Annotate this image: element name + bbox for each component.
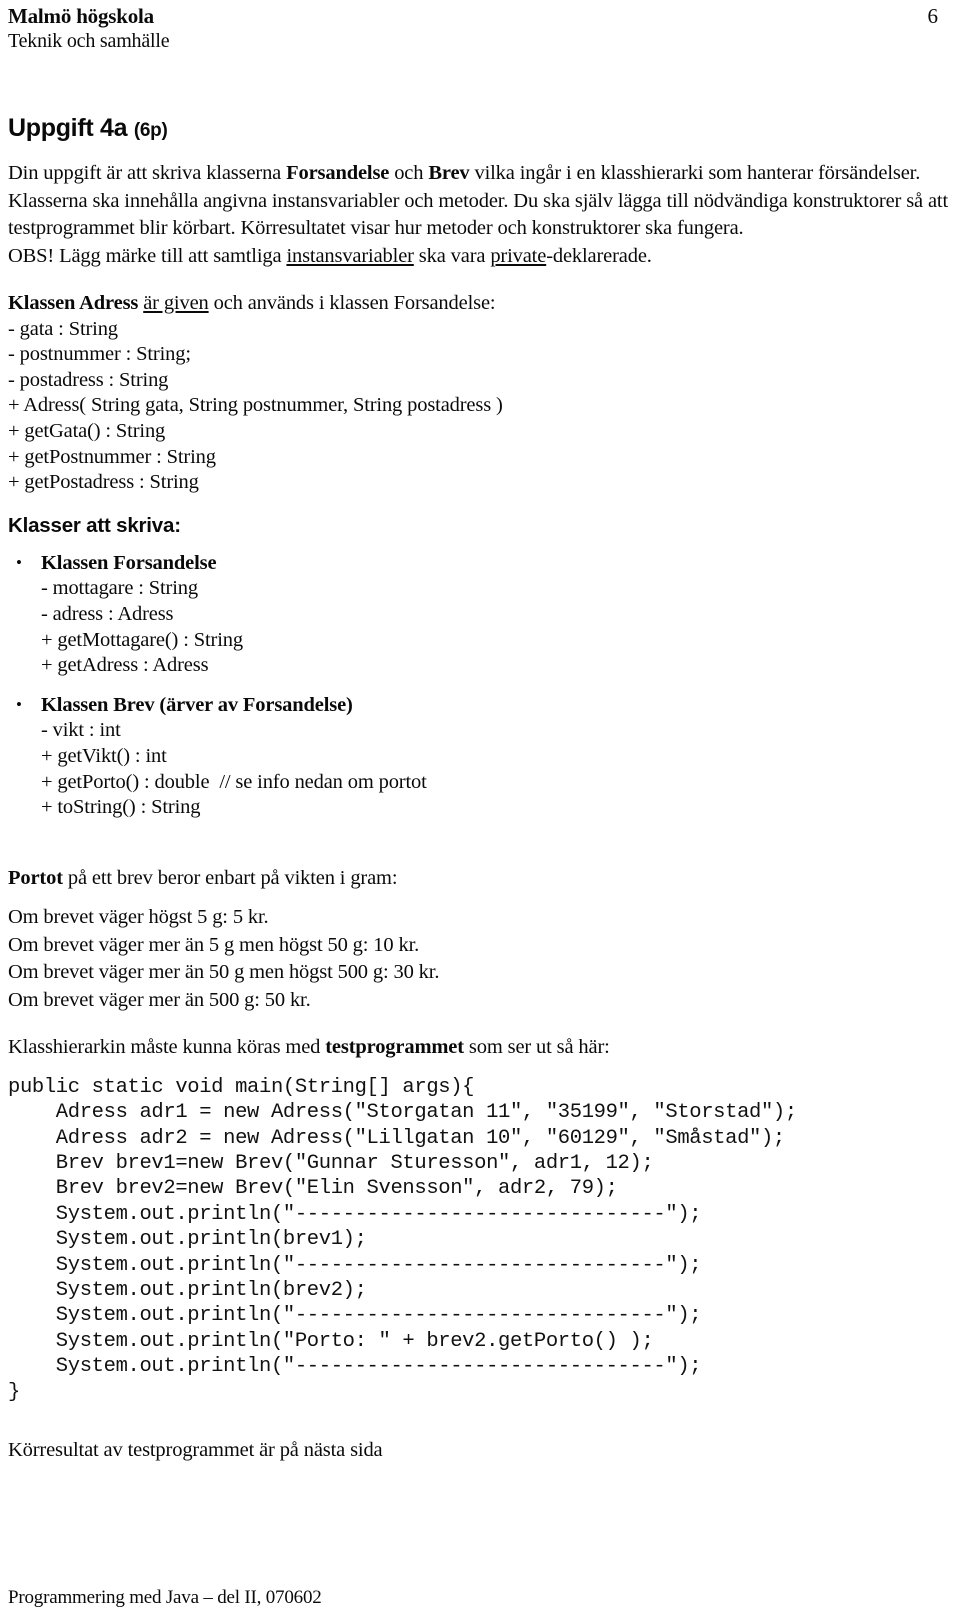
adress-member: - gata : String [8, 317, 118, 340]
porto-rule: Om brevet väger mer än 500 g: 50 kr. [8, 988, 311, 1011]
bullet-icon: • [16, 694, 22, 714]
obs-text-3: -deklarerade. [546, 244, 652, 267]
obs-text-2: ska vara [413, 244, 491, 267]
task-title-text: Uppgift 4a [8, 114, 128, 142]
classes-to-write-heading: Klasser att skriva: [8, 513, 181, 537]
class-member: - vikt : int [41, 719, 121, 742]
adress-member: - postnummer : String; [8, 343, 191, 366]
porto-rule: Om brevet väger mer än 5 g men högst 50 … [8, 933, 420, 956]
page-footer: Programmering med Java – del II, 070602 [8, 1587, 322, 1608]
class-member: + getVikt() : int [41, 744, 167, 767]
class-member: + toString() : String [41, 796, 201, 819]
obs-note: OBS! Lägg märke till att samtliga instan… [8, 243, 952, 271]
adress-member: + getGata() : String [8, 419, 166, 442]
porto-lead-bold: Portot [8, 866, 63, 889]
class-member: - mottagare : String [41, 577, 198, 600]
running-head: Malmö högskola Teknik och samhälle [8, 4, 952, 54]
test-program-intro: Klasshierarkin måste kunna köras med tes… [8, 1034, 952, 1062]
classes-to-write-list: • Klassen Forsandelse - mottagare : Stri… [8, 551, 952, 821]
page-number: 6 [927, 4, 939, 28]
adress-class-block: Klassen Adress är given och används i kl… [8, 291, 952, 496]
class-name: Klassen Brev (ärver av Forsandelse) [41, 693, 353, 716]
adress-heading-bold: Klassen Adress [8, 292, 144, 314]
page-title: Uppgift 4a (6p) [8, 113, 952, 146]
exam-page: Malmö högskola Teknik och samhälle 6 Upp… [0, 0, 960, 1624]
adress-heading-rest: och används i klassen Forsandelse: [208, 292, 496, 314]
obs-text-1: OBS! Lägg märke till att samtliga [8, 244, 287, 267]
department-name: Teknik och samhälle [8, 30, 170, 52]
page-content: Uppgift 4a (6p) Din uppgift är att skriv… [8, 113, 952, 1464]
adress-member: + getPostnummer : String [8, 445, 216, 468]
intro-text-1: Din uppgift är att skriva klasserna [8, 162, 287, 184]
porto-rule: Om brevet väger mer än 50 g men högst 50… [8, 961, 440, 984]
porto-rule: Om brevet väger högst 5 g: 5 kr. [8, 906, 269, 929]
adress-class-heading: Klassen Adress är given och används i kl… [8, 291, 952, 317]
adress-heading-underline: är given [143, 292, 209, 314]
list-item: • Klassen Brev (ärver av Forsandelse) - … [8, 693, 952, 821]
class-name: Klassen Forsandelse [41, 551, 217, 574]
adress-member: - postadress : String [8, 368, 169, 391]
organization-name: Malmö högskola [8, 4, 154, 28]
intro-text-2: och [389, 162, 429, 184]
class-member: + getMottagare() : String [41, 628, 243, 651]
class-name-brev: Brev [428, 162, 470, 184]
list-item: • Klassen Forsandelse - mottagare : Stri… [8, 551, 952, 679]
test-program-code: public static void main(String[] args){ … [8, 1075, 797, 1404]
class-name-forsandelse: Forsandelse [286, 162, 390, 184]
bullet-icon: • [16, 552, 22, 572]
adress-member: + Adress( String gata, String postnummer… [8, 394, 503, 417]
task-points: (6p) [133, 120, 168, 141]
class-member: + getPorto() : double // se info nedan o… [41, 770, 427, 793]
test-intro-bold: testprogrammet [325, 1036, 464, 1059]
class-member: + getAdress : Adress [41, 654, 209, 677]
porto-lead-rest: på ett brev beror enbart på vikten i gra… [62, 866, 398, 889]
porto-section: Portot på ett brev beror enbart på vikte… [8, 865, 952, 1015]
obs-underline-private: private [490, 244, 547, 267]
porto-lead: Portot på ett brev beror enbart på vikte… [8, 865, 952, 893]
task-intro-paragraph: Din uppgift är att skriva klasserna Fors… [8, 160, 952, 243]
test-intro-text-2: som ser ut så här: [463, 1036, 610, 1059]
adress-member: + getPostadress : String [8, 471, 199, 494]
obs-underline-instansvariabler: instansvariabler [286, 244, 414, 267]
closing-note: Körresultat av testprogrammet är på näst… [8, 1438, 383, 1461]
class-member: - adress : Adress [41, 602, 174, 625]
test-intro-text-1: Klasshierarkin måste kunna köras med [8, 1036, 326, 1059]
